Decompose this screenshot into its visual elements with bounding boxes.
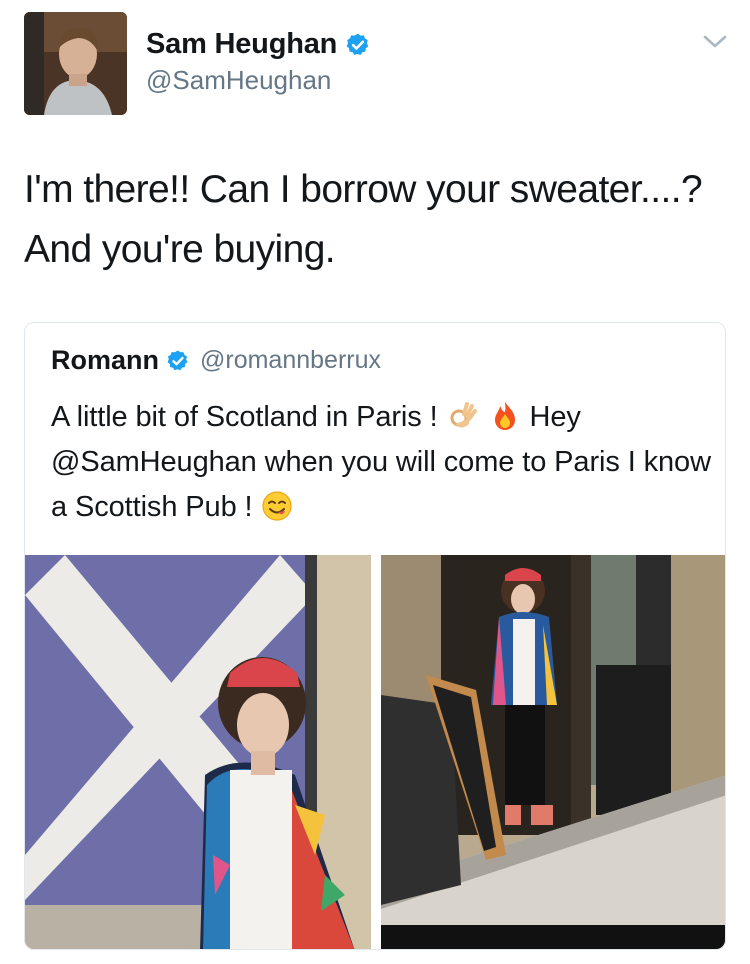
photo-scottish-flag[interactable] (25, 555, 371, 949)
quoted-author-handle: @romannberrux (200, 346, 382, 374)
quoted-media (25, 555, 725, 949)
chevron-down-icon[interactable] (700, 32, 730, 52)
photo-pub-doorway[interactable] (381, 555, 725, 949)
author-handle[interactable]: @SamHeughan (146, 65, 371, 96)
author-avatar[interactable] (24, 12, 127, 115)
quoted-tweet-text: A little bit of Scotland in Paris ! Hey … (51, 395, 711, 530)
author-name[interactable]: Sam Heughan (146, 28, 337, 61)
verified-badge-icon (167, 350, 188, 370)
tweet-text-line: And you're buying. (24, 228, 336, 271)
quoted-tweet-header: Romann @romannberrux (51, 345, 381, 376)
quoted-text-part: A little bit of Scotland in Paris ! (51, 401, 438, 433)
verified-badge-icon (346, 33, 369, 55)
tweet-text-line: I'm there!! Can I borrow your sweater...… (24, 168, 703, 211)
smiling-face-icon (262, 491, 293, 521)
ok-hand-icon (450, 402, 477, 428)
quoted-author-name: Romann (51, 345, 159, 375)
tweet-text: I'm there!! Can I borrow your sweater...… (24, 160, 734, 280)
tweet-author: Sam Heughan @SamHeughan (146, 28, 371, 96)
quoted-tweet[interactable]: Romann @romannberrux A little bit of Sco… (24, 322, 726, 950)
fire-icon (494, 402, 515, 430)
